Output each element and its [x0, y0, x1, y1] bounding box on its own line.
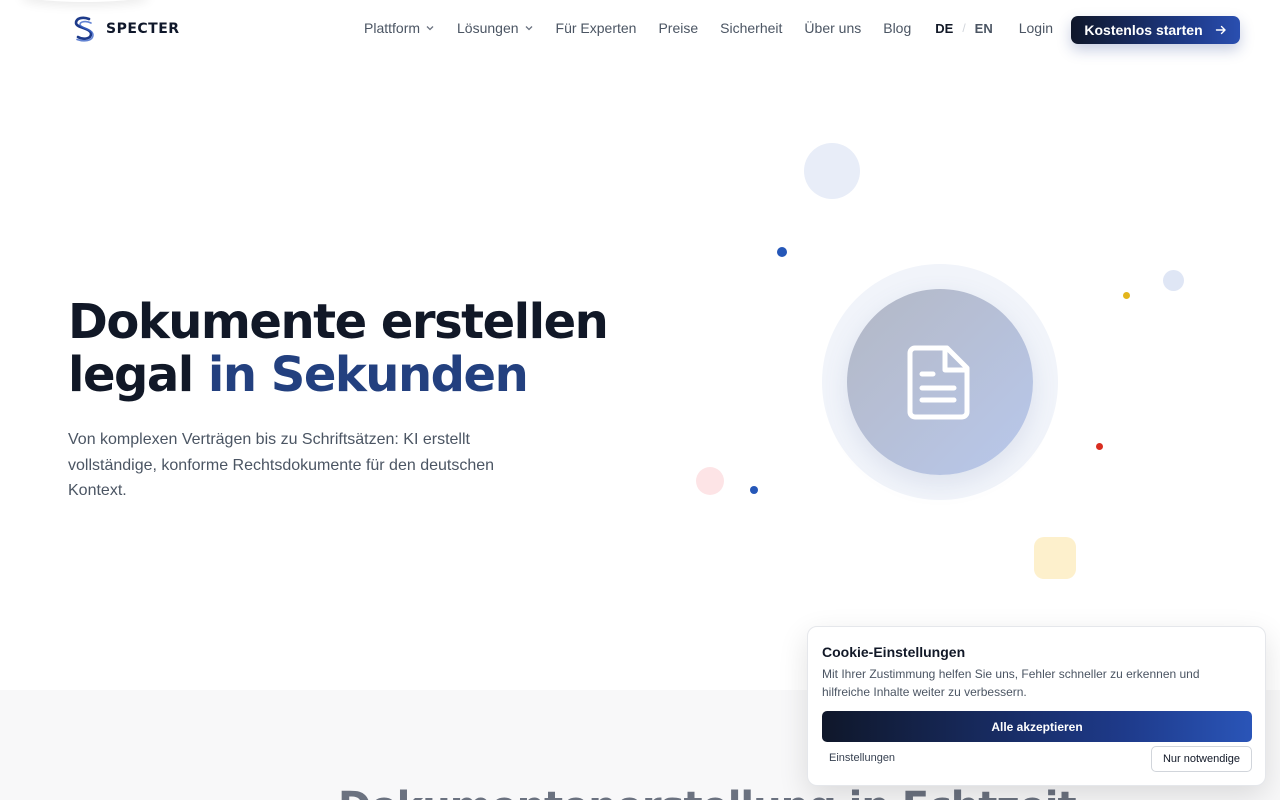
decorative-bubble-large: [804, 143, 860, 199]
arrow-right-icon: [1215, 25, 1226, 35]
decorative-dot-red: [1096, 443, 1103, 450]
cookie-title: Cookie-Einstellungen: [822, 644, 966, 660]
start-free-label: Kostenlos starten: [1084, 22, 1203, 38]
section-title: Dokumentenerstellung in Echtzeit: [338, 784, 1077, 800]
chevron-down-icon: [426, 26, 434, 31]
hero-illustration: [690, 130, 1210, 600]
nav-item-blog[interactable]: Blog: [883, 20, 911, 36]
decorative-bubble-pink: [696, 467, 724, 495]
nav-item-label: Über uns: [804, 20, 862, 36]
nav-item-preise[interactable]: Preise: [658, 20, 698, 36]
hero-subtitle: Von komplexen Verträgen bis zu Schriftsä…: [68, 431, 495, 499]
nav-item-label: Für Experten: [555, 20, 637, 36]
chevron-down-icon: [525, 26, 532, 31]
cookie-banner: Cookie-Einstellungen Mit Ihrer Zustimmun…: [807, 626, 1266, 786]
lang-separator: /: [962, 21, 966, 35]
hero-title-line2: legal: [68, 347, 208, 403]
brand-logo[interactable]: SPECTER: [72, 15, 180, 43]
decorative-dot-blue: [777, 247, 787, 257]
hero-title: Dokumente erstellen legal in Sekunden: [68, 294, 609, 403]
lang-en-link[interactable]: EN: [975, 21, 993, 36]
decorative-bubble-small: [1163, 270, 1184, 291]
cookie-text: Mit Ihrer Zustimmung helfen Sie uns, Feh…: [822, 667, 1200, 699]
brand-name: SPECTER: [106, 21, 180, 37]
nav-item-fuer-experten[interactable]: Für Experten: [556, 20, 637, 36]
hero-title-line1: Dokumente erstellen: [68, 294, 609, 350]
lang-de-link[interactable]: DE: [935, 21, 953, 36]
necessary-only-button[interactable]: Nur notwendige: [1151, 746, 1252, 772]
site-header: SPECTER Plattform Lösungen Für Experten …: [0, 0, 1280, 60]
document-icon: [907, 345, 970, 420]
nav-item-plattform[interactable]: Plattform: [364, 20, 435, 36]
nav-item-label: Sicherheit: [720, 20, 783, 36]
nav-item-sicherheit[interactable]: Sicherheit: [720, 20, 782, 36]
decorative-dot-blue-small: [750, 486, 758, 494]
specter-logo-icon: [74, 16, 94, 42]
nav-item-label: Blog: [883, 20, 912, 36]
hero-title-accent: in Sekunden: [207, 347, 529, 403]
login-link[interactable]: Login: [1019, 20, 1053, 36]
main-nav: Plattform Lösungen Für Experten Preise S…: [364, 20, 1053, 36]
nav-item-ueber-uns[interactable]: Über uns: [804, 20, 861, 36]
cookie-settings-link[interactable]: Einstellungen: [829, 752, 895, 764]
nav-item-label: Lösungen: [457, 20, 519, 36]
decorative-square-yellow: [1034, 537, 1076, 579]
nav-item-label: Plattform: [364, 20, 421, 36]
language-switcher: DE / EN: [935, 21, 992, 36]
nav-item-loesungen[interactable]: Lösungen: [457, 20, 534, 36]
nav-item-label: Preise: [658, 20, 699, 36]
accept-all-button[interactable]: Alle akzeptieren: [822, 711, 1252, 742]
decorative-dot-yellow: [1123, 292, 1130, 299]
start-free-button[interactable]: Kostenlos starten: [1071, 16, 1240, 44]
